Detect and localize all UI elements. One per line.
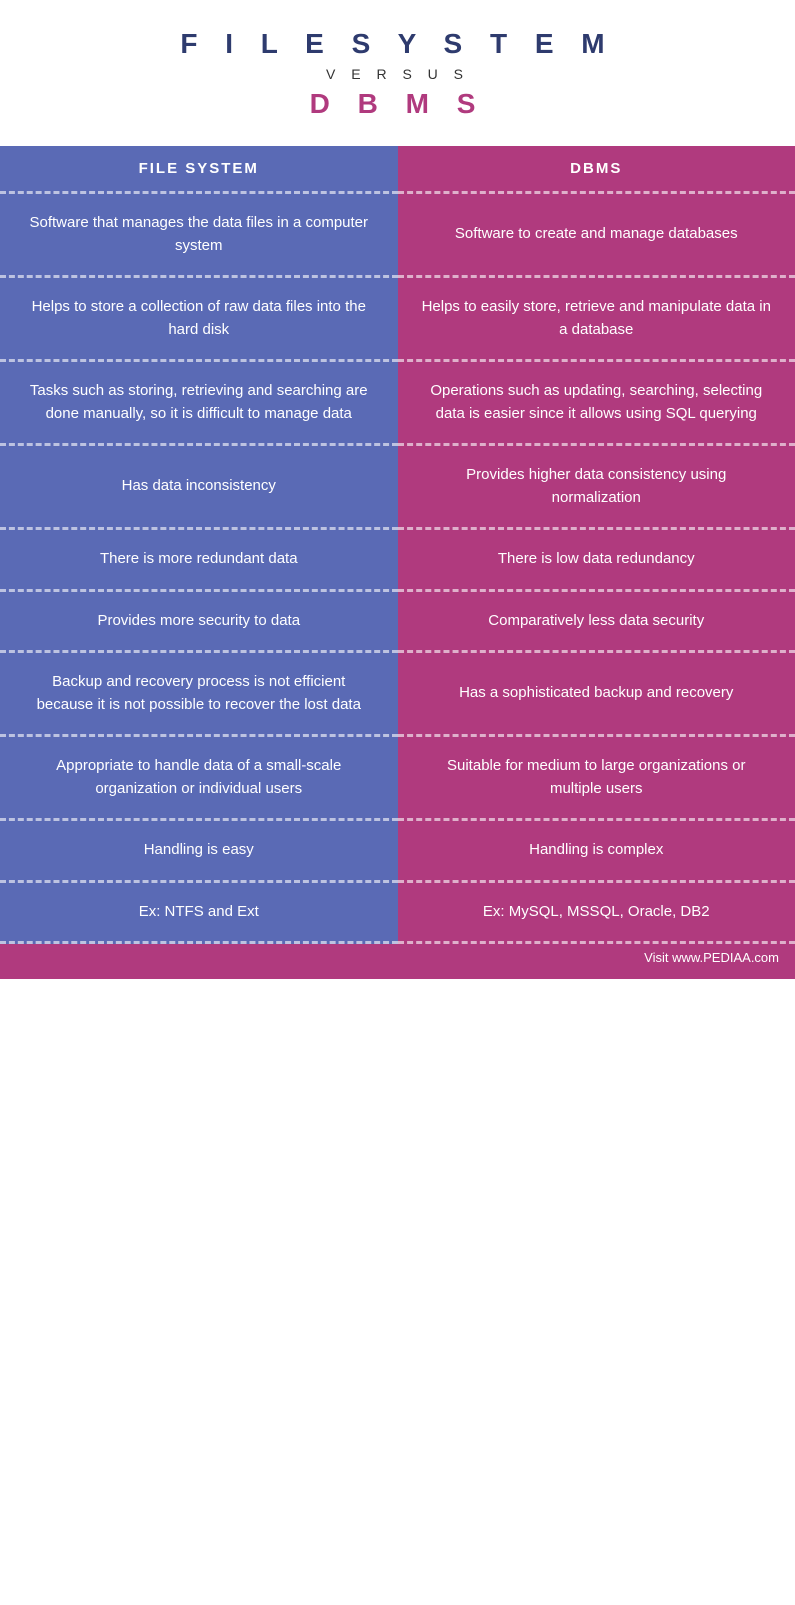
- divider-row: [0, 734, 795, 737]
- table-row: Backup and recovery process is not effic…: [0, 653, 795, 734]
- fs-cell: Handling is easy: [0, 821, 398, 880]
- divider-row: [0, 941, 795, 944]
- title-dbms: D B M S: [20, 88, 775, 120]
- dbms-cell: Suitable for medium to large organizatio…: [398, 737, 795, 818]
- divider-row: [0, 880, 795, 883]
- divider-row: [0, 443, 795, 446]
- fs-cell: Backup and recovery process is not effic…: [0, 653, 398, 734]
- divider-row: [0, 650, 795, 653]
- dbms-cell: There is low data redundancy: [398, 530, 795, 589]
- dbms-cell: Has a sophisticated backup and recovery: [398, 653, 795, 734]
- table-row: Helps to store a collection of raw data …: [0, 278, 795, 359]
- fs-cell: Ex: NTFS and Ext: [0, 883, 398, 942]
- dbms-cell: Helps to easily store, retrieve and mani…: [398, 278, 795, 359]
- divider-row: [0, 275, 795, 278]
- footer-row: Visit www.PEDIAA.com: [0, 944, 795, 979]
- dbms-cell: Software to create and manage databases: [398, 194, 795, 275]
- comparison-table: FILE SYSTEM DBMS Software that manages t…: [0, 146, 795, 979]
- divider-row: [0, 589, 795, 592]
- dbms-cell: Provides higher data consistency using n…: [398, 446, 795, 527]
- column-header-dbms: DBMS: [398, 146, 795, 191]
- fs-cell: Appropriate to handle data of a small-sc…: [0, 737, 398, 818]
- fs-cell: Tasks such as storing, retrieving and se…: [0, 362, 398, 443]
- table-row: There is more redundant dataThere is low…: [0, 530, 795, 589]
- fs-cell: Has data inconsistency: [0, 446, 398, 527]
- table-row: Software that manages the data files in …: [0, 194, 795, 275]
- footer-text: Visit www.PEDIAA.com: [0, 944, 795, 979]
- title-filesystem: F I L E S Y S T E M: [20, 28, 775, 60]
- versus-label: V E R S U S: [20, 66, 775, 82]
- divider-row: [0, 359, 795, 362]
- table-row: Tasks such as storing, retrieving and se…: [0, 362, 795, 443]
- dbms-cell: Comparatively less data security: [398, 592, 795, 651]
- divider-row: [0, 818, 795, 821]
- page-header: F I L E S Y S T E M V E R S U S D B M S: [0, 0, 795, 146]
- dbms-cell: Handling is complex: [398, 821, 795, 880]
- fs-cell: Helps to store a collection of raw data …: [0, 278, 398, 359]
- column-header-fs: FILE SYSTEM: [0, 146, 398, 191]
- fs-cell: There is more redundant data: [0, 530, 398, 589]
- divider-row: [0, 191, 795, 194]
- divider-row: [0, 527, 795, 530]
- table-row: Has data inconsistencyProvides higher da…: [0, 446, 795, 527]
- fs-cell: Provides more security to data: [0, 592, 398, 651]
- table-row: Ex: NTFS and ExtEx: MySQL, MSSQL, Oracle…: [0, 883, 795, 942]
- dbms-cell: Operations such as updating, searching, …: [398, 362, 795, 443]
- fs-cell: Software that manages the data files in …: [0, 194, 398, 275]
- table-row: Provides more security to dataComparativ…: [0, 592, 795, 651]
- table-row: Appropriate to handle data of a small-sc…: [0, 737, 795, 818]
- table-row: Handling is easyHandling is complex: [0, 821, 795, 880]
- dbms-cell: Ex: MySQL, MSSQL, Oracle, DB2: [398, 883, 795, 942]
